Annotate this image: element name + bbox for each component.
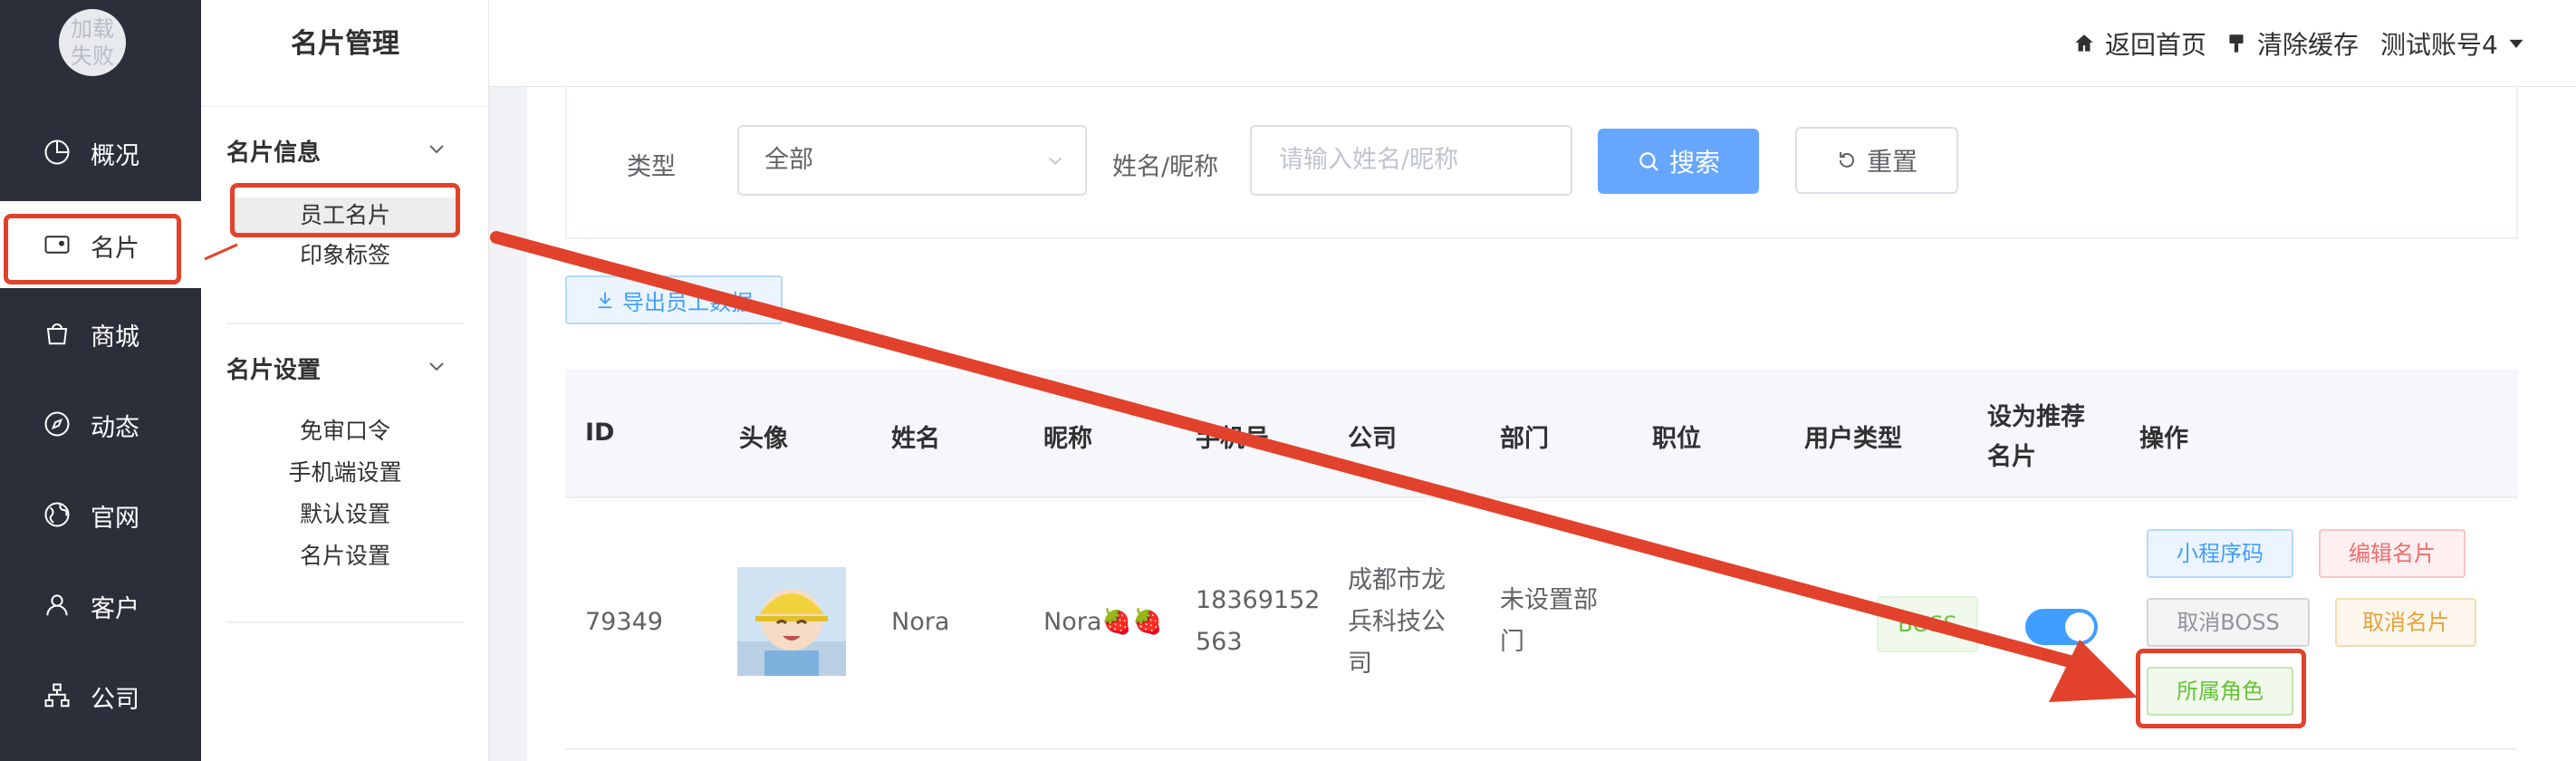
pie-chart-icon — [44, 140, 70, 165]
edit-card-button[interactable]: 编辑名片 — [2319, 529, 2465, 578]
secondary-sidebar: 名片管理 名片信息 员工名片 印象标签 名片设置 免审口令 手机端设置 默认设置… — [201, 0, 489, 761]
user-icon — [46, 594, 68, 616]
nav-item-mall[interactable]: 商城 — [0, 290, 201, 377]
nav-item-customer[interactable]: 客户 — [0, 562, 201, 649]
mini-program-code-button[interactable]: 小程序码 — [2147, 529, 2293, 578]
main-nav: 加载 失败 概况 名片 商城 动态 官网 客户 公司 — [0, 0, 201, 761]
nav-label: 动态 — [91, 414, 139, 442]
sidebar-item-free-review-code[interactable]: 免审口令 — [230, 413, 460, 449]
sidebar-item-card-settings[interactable]: 名片设置 — [230, 538, 460, 574]
col-id: ID — [585, 419, 615, 447]
search-button-label: 搜索 — [1668, 148, 1720, 178]
col-user-type: 用户类型 — [1804, 425, 1902, 453]
chevron-down-icon[interactable] — [426, 355, 447, 377]
cell-department-line2: 门 — [1500, 628, 1524, 656]
nav-item-website[interactable]: 官网 — [0, 471, 201, 558]
filter-panel: 类型 全部 姓名/昵称 请输入姓名/昵称 搜索 重置 — [565, 87, 2518, 239]
refresh-icon — [1839, 152, 1854, 168]
name-label: 姓名/昵称 — [1112, 153, 1219, 181]
cell-department-line1: 未设置部 — [1500, 586, 1598, 614]
sidebar-item-default-settings[interactable]: 默认设置 — [230, 496, 460, 533]
nav-label: 公司 — [91, 686, 139, 714]
cell-company-line1: 成都市龙 — [1348, 566, 1446, 594]
account-dropdown[interactable]: 测试账号4 — [2380, 25, 2525, 62]
avatar[interactable]: 加载 失败 — [59, 9, 126, 76]
user-type-badge: BOSS — [1877, 596, 1978, 652]
col-recommend-line2: 名片 — [1987, 443, 2036, 471]
cell-id: 79349 — [585, 608, 663, 636]
col-phone: 手机号 — [1196, 425, 1269, 453]
nav-item-overview[interactable]: 概况 — [0, 109, 201, 196]
cell-company-line2: 兵科技公 — [1348, 608, 1446, 636]
brush-icon — [2229, 34, 2244, 53]
search-button[interactable]: 搜索 — [1598, 129, 1759, 194]
org-chart-icon — [44, 683, 70, 708]
nav-item-company[interactable]: 公司 — [0, 652, 201, 739]
top-header: 返回首页 清除缓存 测试账号4 — [489, 0, 2576, 87]
employee-photo-image — [737, 567, 846, 676]
annotation-box-employee-card — [230, 183, 460, 237]
col-name: 姓名 — [891, 425, 940, 453]
sidebar-group-card-settings[interactable]: 名片设置 — [226, 352, 321, 385]
cell-phone-line1: 18369152 — [1196, 586, 1321, 614]
nav-label: 商城 — [91, 323, 139, 352]
col-nickname: 昵称 — [1043, 425, 1092, 453]
col-company: 公司 — [1348, 425, 1397, 453]
cell-company-line3: 司 — [1348, 650, 1372, 678]
back-home-label: 返回首页 — [2105, 30, 2207, 60]
home-icon — [2075, 34, 2093, 52]
reset-button-label: 重置 — [1866, 147, 1918, 177]
sidebar-item-impression-tag[interactable]: 印象标签 — [230, 237, 460, 274]
name-search-input[interactable]: 请输入姓名/昵称 — [1250, 125, 1572, 196]
search-icon — [1639, 152, 1658, 171]
reset-button[interactable]: 重置 — [1795, 127, 1958, 194]
globe-icon — [44, 502, 70, 527]
col-avatar: 头像 — [739, 425, 788, 453]
nav-label: 概况 — [91, 142, 139, 170]
chevron-down-icon[interactable] — [426, 138, 447, 159]
col-department: 部门 — [1500, 425, 1549, 453]
nav-label: 官网 — [91, 505, 139, 533]
employee-photo — [737, 567, 846, 676]
cell-name: Nora — [891, 608, 950, 636]
type-select[interactable]: 全部 — [737, 125, 1087, 196]
avatar-fail-text-1: 加载 — [71, 16, 114, 42]
toggle-knob — [2065, 612, 2094, 641]
divider — [226, 621, 464, 623]
col-position: 职位 — [1652, 425, 1701, 453]
nav-item-feed[interactable]: 动态 — [0, 380, 201, 467]
account-name: 测试账号4 — [2380, 30, 2498, 60]
sidebar-item-mobile-settings[interactable]: 手机端设置 — [230, 455, 460, 491]
clear-cache-label: 清除缓存 — [2257, 30, 2360, 60]
table-header: ID 头像 姓名 昵称 手机号 公司 部门 职位 用户类型 设为推荐 名片 操作 — [565, 370, 2518, 496]
cancel-card-button[interactable]: 取消名片 — [2335, 598, 2476, 647]
cell-nickname: Nora🍓🍓 — [1043, 608, 1163, 636]
shopping-bag-icon — [46, 323, 68, 345]
sidebar-group-card-info[interactable]: 名片信息 — [226, 134, 321, 168]
compass-icon — [44, 411, 70, 437]
back-home-link[interactable]: 返回首页 — [2072, 25, 2206, 62]
divider — [226, 323, 464, 324]
cell-phone-line2: 563 — [1196, 628, 1243, 656]
avatar-fail-text-2: 失败 — [71, 43, 114, 69]
col-recommend-line1: 设为推荐 — [1987, 403, 2085, 431]
annotation-box-role-button — [2136, 649, 2306, 728]
type-label: 类型 — [627, 153, 676, 181]
col-actions: 操作 — [2139, 425, 2188, 453]
clear-cache-link[interactable]: 清除缓存 — [2225, 25, 2359, 62]
cancel-boss-button[interactable]: 取消BOSS — [2147, 598, 2310, 647]
caret-down-icon — [2509, 39, 2523, 48]
export-label: 导出员工数据 — [622, 289, 753, 315]
chevron-down-icon — [1048, 157, 1062, 165]
nav-label: 客户 — [91, 595, 139, 623]
sidebar-title: 名片管理 — [201, 0, 489, 107]
download-icon — [598, 292, 612, 309]
recommend-toggle[interactable] — [2025, 609, 2098, 645]
annotation-box-nav-card — [4, 214, 181, 284]
export-employee-data-button[interactable]: 导出员工数据 — [565, 275, 783, 324]
type-select-value: 全部 — [764, 146, 813, 174]
